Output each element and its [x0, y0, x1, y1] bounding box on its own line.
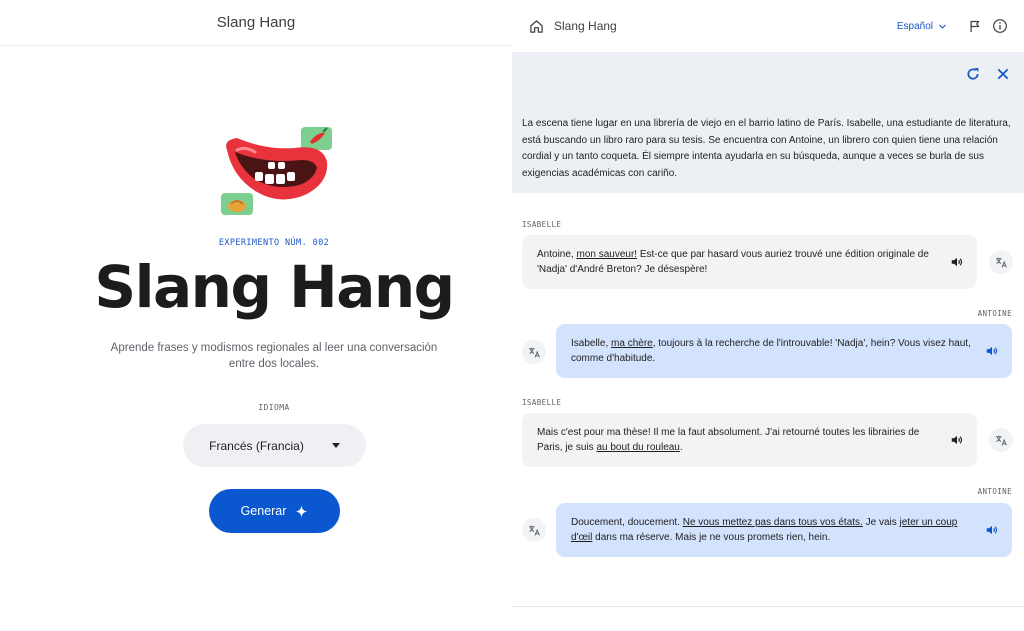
brand-label: Slang Hang [554, 19, 617, 33]
speaker-label: ISABELLE [522, 220, 562, 229]
speaker-icon[interactable] [950, 255, 964, 269]
message-bubble: Mais c'est pour ma thèse! Il me la faut … [522, 413, 977, 467]
speaker-icon[interactable] [950, 433, 964, 447]
page-title: Slang Hang [94, 253, 455, 321]
language-switcher-label: Español [896, 20, 933, 32]
translate-icon[interactable] [989, 428, 1013, 452]
slang-phrase[interactable]: mon sauveur! [576, 249, 637, 260]
message-bubble: Isabelle, ma chère, toujours à la recher… [556, 324, 1012, 378]
page-subtitle: Aprende frases y modismos regionales al … [110, 342, 438, 370]
translate-icon[interactable] [989, 250, 1013, 274]
slang-phrase[interactable]: Ne vous mettez pas dans tous vos états. [683, 517, 863, 528]
lips-illustration [221, 127, 332, 215]
language-label: IDIOMA [258, 403, 290, 412]
info-icon[interactable] [992, 18, 1008, 34]
message-bubble: Doucement, doucement. Ne vous mettez pas… [556, 503, 1012, 557]
language-dropdown-value: Francés (Francia) [209, 438, 304, 453]
speaker-label: ANTOINE [977, 487, 1012, 496]
slang-phrase[interactable]: ma chère [611, 338, 653, 349]
language-switcher[interactable]: Español [897, 21, 947, 32]
landing-panel: Slang Hang EXPERIMENTO NÚM. 002 Slang Ha… [0, 0, 512, 631]
home-icon[interactable] [529, 19, 544, 34]
language-dropdown[interactable]: Francés (Francia) [183, 424, 366, 467]
scene-description: La escena tiene lugar en una librería de… [522, 118, 1011, 179]
app-header-title: Slang Hang [216, 14, 296, 31]
conversation-header: Slang Hang Español [512, 0, 1024, 52]
chevron-down-icon [939, 24, 946, 29]
close-icon[interactable] [995, 66, 1011, 87]
translate-icon[interactable] [522, 340, 546, 364]
refresh-icon[interactable] [965, 66, 981, 87]
flag-icon[interactable] [968, 19, 983, 34]
caret-down-icon [331, 443, 340, 448]
generate-button-label: Generar [240, 504, 287, 518]
sparkle-icon [295, 505, 308, 517]
message-bubble: Antoine, mon sauveur! Est-ce que par has… [522, 235, 977, 289]
experiment-label: EXPERIMENTO NÚM. 002 [218, 238, 330, 248]
conversation-panel: Slang Hang Español La escena tiene lugar… [512, 0, 1024, 631]
speaker-icon[interactable] [985, 523, 999, 537]
slang-phrase[interactable]: au bout du rouleau [596, 442, 679, 453]
footer-divider [512, 606, 1024, 607]
generate-button[interactable]: Generar [209, 489, 340, 533]
speaker-icon[interactable] [985, 344, 999, 358]
speaker-label: ISABELLE [522, 398, 562, 407]
app-header: Slang Hang [0, 0, 512, 46]
scene-description-panel: La escena tiene lugar en una librería de… [512, 52, 1024, 193]
translate-icon[interactable] [522, 518, 546, 542]
speaker-label: ANTOINE [977, 309, 1012, 318]
